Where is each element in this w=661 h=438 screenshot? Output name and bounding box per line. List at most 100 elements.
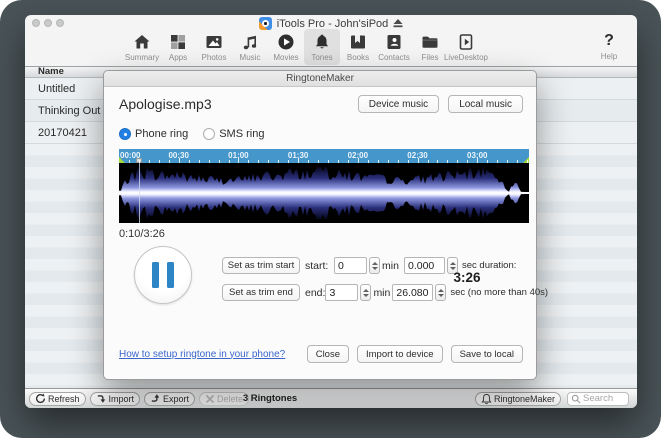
toolbar-item-label: Apps [169, 53, 187, 62]
min-unit-label: min [373, 287, 390, 299]
status-bar: Refresh Import Export Delete 3 Ringtones Ri… [25, 388, 637, 408]
statusbar-left-buttons: Refresh Import Export Delete [29, 392, 249, 406]
toolbar-items: Summary Apps Photos Music Movies Tones Books Co… [124, 29, 484, 65]
export-arrow-icon [150, 393, 161, 404]
pause-button[interactable] [134, 246, 192, 304]
toolbar-item-books[interactable]: Books [340, 29, 376, 65]
toolbar-item-summary[interactable]: Summary [124, 29, 160, 65]
trim-end-min-input[interactable] [325, 284, 358, 301]
delete-button: Delete [199, 392, 249, 406]
radio-label: Phone ring [135, 128, 188, 140]
window-title: iTools Pro - John'siPod [277, 18, 389, 30]
statusbar-button-label: Export [163, 394, 189, 404]
stepper-down-icon [372, 267, 378, 270]
files-folder-icon [420, 31, 440, 52]
waveform-display[interactable] [119, 163, 529, 223]
ring-type-radio-group: Phone ring SMS ring [119, 128, 264, 140]
window-titlebar: iTools Pro - John'siPod [25, 15, 637, 29]
books-icon [348, 31, 368, 52]
timeline-ruler[interactable]: 00:0000:3001:0001:3002:0002:3003:00 [119, 149, 529, 163]
dialog-title: RingtoneMaker [286, 73, 354, 84]
trim-end-sec-input[interactable] [392, 284, 433, 301]
toolbar-item-apps[interactable]: Apps [160, 29, 196, 65]
start-label: start: [305, 260, 334, 272]
toolbar-item-label: LiveDesktop [444, 53, 488, 62]
column-header-label: Name [38, 66, 64, 77]
file-name-label: Apologise.mp3 [119, 96, 212, 112]
statusbar-button-label: Import [109, 394, 135, 404]
stepper-up-icon [450, 262, 456, 265]
end-sec-stepper[interactable] [435, 284, 446, 301]
refresh-icon [35, 393, 46, 404]
set-trim-end-button[interactable]: Set as trim end [222, 284, 300, 301]
contacts-icon [384, 31, 404, 52]
start-min-stepper[interactable] [369, 257, 380, 274]
stepper-up-icon [363, 289, 369, 292]
save-to-local-button[interactable]: Save to local [451, 345, 523, 363]
local-music-button[interactable]: Local music [448, 95, 523, 113]
close-button[interactable]: Close [307, 345, 349, 363]
radio-phone-ring[interactable]: Phone ring [119, 128, 188, 140]
import-to-device-button[interactable]: Import to device [357, 345, 443, 363]
timeline-label: 00:00 [120, 151, 140, 160]
toolbar-item-help[interactable]: ? Help [593, 29, 625, 61]
toolbar-item-label: Movies [273, 53, 298, 62]
pause-icon [152, 262, 159, 288]
export-button[interactable]: Export [144, 392, 195, 406]
main-toolbar: Summary Apps Photos Music Movies Tones Books Co… [25, 29, 637, 66]
refresh-button[interactable]: Refresh [29, 392, 86, 406]
ringtone-count-label: 3 Ringtones [243, 393, 297, 404]
toolbar-item-livedesktop[interactable]: LiveDesktop [448, 29, 484, 65]
trim-start-sec-input[interactable] [404, 257, 445, 274]
statusbar-button-label: Refresh [48, 394, 80, 404]
app-window: iTools Pro - John'siPod Summary Apps Photo… [25, 15, 637, 408]
toolbar-item-label: Contacts [378, 53, 410, 62]
toolbar-item-photos[interactable]: Photos [196, 29, 232, 65]
playhead-line[interactable] [139, 163, 140, 223]
waveform-area: 00:0000:3001:0001:3002:0002:3003:00 [119, 149, 529, 223]
photos-icon [204, 31, 224, 52]
search-field[interactable] [567, 392, 629, 406]
toolbar-item-tones[interactable]: Tones [304, 29, 340, 65]
min-unit-label: min [382, 260, 402, 272]
radio-selected-icon [119, 128, 131, 140]
livedesktop-icon [456, 31, 476, 52]
pause-icon [167, 262, 174, 288]
import-arrow-icon [96, 393, 107, 404]
ringtonemaker-dialog: RingtoneMaker Apologise.mp3 Device music… [103, 70, 537, 380]
eject-icon[interactable] [393, 19, 403, 28]
trim-end-row: Set as trim end end: min sec (no more th… [222, 284, 532, 301]
trim-start-min-input[interactable] [334, 257, 367, 274]
help-icon: ? [604, 31, 614, 51]
toolbar-item-label: Help [601, 52, 617, 61]
duration-value: 3:26 [442, 270, 492, 285]
toolbar-item-label: Tones [311, 53, 332, 62]
bell-icon [481, 393, 492, 405]
toolbar-item-label: Summary [125, 53, 159, 62]
toolbar-item-label: Books [347, 53, 369, 62]
setup-ringtone-help-link[interactable]: How to setup ringtone in your phone? [119, 349, 285, 360]
toolbar-item-movies[interactable]: Movies [268, 29, 304, 65]
end-label: end: [305, 287, 325, 299]
movies-play-icon [276, 31, 296, 52]
toolbar-item-files[interactable]: Files [412, 29, 448, 65]
toolbar-item-label: Music [240, 53, 261, 62]
ringtonemaker-button[interactable]: RingtoneMaker [475, 392, 561, 406]
radio-label: SMS ring [219, 128, 264, 140]
ringtonemaker-button-label: RingtoneMaker [494, 394, 555, 404]
dialog-titlebar: RingtoneMaker [104, 71, 536, 87]
device-music-button[interactable]: Device music [358, 95, 439, 113]
radio-unselected-icon [203, 128, 215, 140]
end-min-stepper[interactable] [360, 284, 371, 301]
toolbar-item-music[interactable]: Music [232, 29, 268, 65]
tones-bell-icon [312, 31, 332, 52]
stepper-up-icon [372, 262, 378, 265]
apps-icon [168, 31, 188, 52]
radio-sms-ring[interactable]: SMS ring [203, 128, 264, 140]
toolbar-item-contacts[interactable]: Contacts [376, 29, 412, 65]
search-icon [571, 394, 581, 404]
set-trim-start-button[interactable]: Set as trim start [222, 257, 300, 274]
import-button[interactable]: Import [90, 392, 141, 406]
toolbar-item-label: Files [422, 53, 439, 62]
search-input[interactable] [583, 393, 625, 404]
